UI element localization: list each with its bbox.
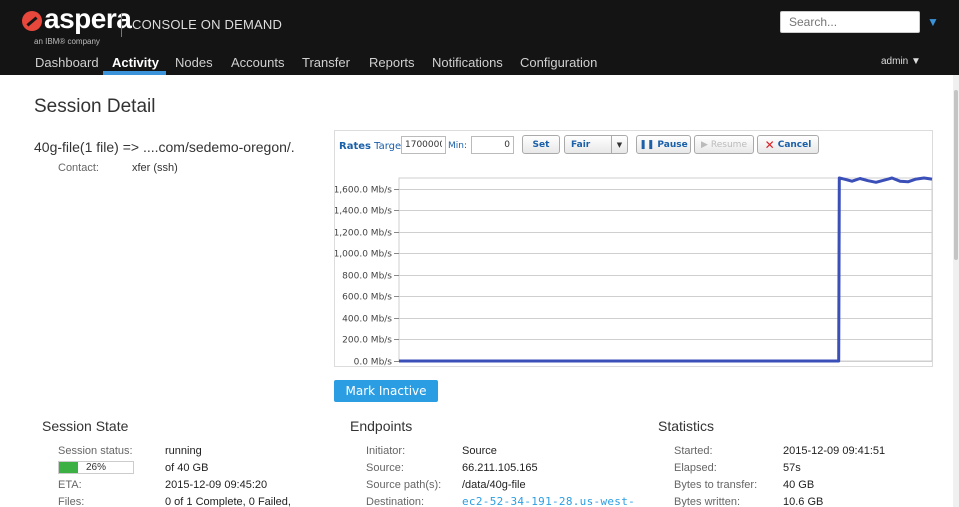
elapsed-value: 57s: [783, 462, 801, 474]
eta-label: ETA:: [58, 479, 82, 491]
rates-title: Rates: [339, 141, 371, 152]
nav-accounts[interactable]: Accounts: [231, 55, 284, 70]
endpoints-title: Endpoints: [350, 418, 413, 434]
pause-button[interactable]: ❚❚ Pause: [636, 135, 691, 154]
elapsed-label: Elapsed:: [674, 462, 717, 474]
set-button[interactable]: Set: [522, 135, 560, 154]
throughput-chart: 0.0 Mb/s 200.0 Mb/s 400.0 Mb/s 600.0 Mb/s 80…: [335, 176, 933, 368]
active-tab-indicator: [103, 71, 166, 75]
pause-icon: ❚❚: [639, 139, 655, 150]
bytes-written-label: Bytes written:: [674, 496, 741, 507]
contact-label: Contact:: [58, 162, 99, 174]
search-dropdown-icon[interactable]: ▼: [927, 15, 939, 29]
y-tick-label: 1,400.0 Mb/s: [335, 207, 392, 217]
initiator-label: Initiator:: [366, 445, 406, 457]
scrollbar-thumb[interactable]: [954, 90, 958, 260]
destination-label: Destination:: [366, 496, 425, 507]
min-label: Min:: [448, 141, 468, 151]
source-value: 66.211.105.165: [462, 462, 538, 474]
source-label: Source:: [366, 462, 404, 474]
source-path-label: Source path(s):: [366, 479, 442, 491]
y-tick-label: 400.0 Mb/s: [342, 315, 392, 325]
bytes-to-transfer-value: 40 GB: [783, 479, 815, 491]
min-rate-input[interactable]: [471, 136, 514, 154]
plot-area: [398, 177, 933, 362]
nav-dashboard[interactable]: Dashboard: [35, 55, 99, 70]
destination-link[interactable]: ec2-52-34-191-28.us-west-: [462, 495, 635, 507]
started-value: 2015-12-09 09:41:51: [783, 445, 886, 457]
transfer-progress-bar: 26%: [58, 461, 134, 474]
bytes-to-transfer-label: Bytes to transfer:: [674, 479, 758, 491]
nav-activity[interactable]: Activity: [112, 55, 159, 70]
nav-nodes[interactable]: Nodes: [175, 55, 213, 70]
y-tick-label: 0.0 Mb/s: [354, 358, 393, 368]
top-header: aspera an IBM® company CONSOLE ON DEMAND…: [0, 0, 959, 75]
nav-reports[interactable]: Reports: [369, 55, 415, 70]
rates-label: Rates Target:: [339, 141, 408, 152]
resume-button[interactable]: ▶ Resume: [694, 135, 754, 154]
session-name: 40g-file(1 file) => ....com/sedemo-orego…: [34, 139, 295, 155]
eta-value: 2015-12-09 09:45:20: [165, 479, 268, 491]
throughput-panel: 0.0 Mb/s 200.0 Mb/s 400.0 Mb/s 600.0 Mb/s 80…: [334, 130, 933, 368]
initiator-value: Source: [462, 445, 497, 457]
user-menu[interactable]: admin ▼: [881, 56, 921, 67]
cancel-button[interactable]: ✕ Cancel: [757, 135, 819, 154]
session-state-title: Session State: [42, 418, 129, 434]
throughput-series-line: [399, 176, 933, 363]
y-tick-label: 200.0 Mb/s: [342, 336, 392, 346]
progress-percent: 26%: [85, 462, 106, 473]
progress-total: of 40 GB: [165, 462, 209, 474]
contact-value: xfer (ssh): [132, 162, 178, 174]
resume-button-label: Resume: [710, 139, 747, 150]
session-status-label: Session status:: [58, 445, 133, 457]
nav-notifications[interactable]: Notifications: [432, 55, 503, 70]
pause-button-label: Pause: [657, 139, 688, 150]
cancel-button-label: Cancel: [777, 139, 812, 150]
files-label: Files:: [58, 496, 85, 507]
app-title: CONSOLE ON DEMAND: [132, 17, 283, 32]
logo-subtitle: an IBM® company: [34, 37, 100, 46]
statistics-title: Statistics: [658, 418, 715, 434]
session-status-value: running: [165, 445, 202, 457]
close-icon: ✕: [764, 137, 775, 152]
y-tick-label: 800.0 Mb/s: [342, 272, 392, 282]
set-button-label: Set: [532, 139, 550, 150]
started-label: Started:: [674, 445, 713, 457]
y-tick-label: 1,000.0 Mb/s: [335, 250, 392, 260]
target-rate-input[interactable]: [401, 136, 446, 154]
page-title: Session Detail: [34, 96, 156, 117]
search-input[interactable]: [780, 11, 920, 33]
nav-configuration[interactable]: Configuration: [520, 55, 597, 70]
policy-select[interactable]: Fair ▼: [564, 135, 628, 154]
logo-divider: [121, 13, 122, 37]
y-tick-label: 600.0 Mb/s: [342, 293, 392, 303]
logo-wordmark[interactable]: aspera: [44, 3, 132, 35]
y-tick-label: 1,200.0 Mb/s: [335, 229, 392, 239]
nav-transfer[interactable]: Transfer: [302, 55, 350, 70]
play-icon: ▶: [700, 139, 708, 150]
policy-value: Fair: [571, 139, 591, 150]
chevron-down-icon: ▼: [611, 136, 627, 153]
y-tick-label: 1,600.0 Mb/s: [335, 186, 392, 196]
files-value: 0 of 1 Complete, 0 Failed,: [165, 496, 291, 507]
rates-toolbar: Rates Target: Min: Set Fair ▼ ❚❚ Pause ▶…: [335, 131, 932, 161]
source-path-value: /data/40g-file: [462, 479, 526, 491]
mark-inactive-button[interactable]: Mark Inactive: [334, 380, 438, 402]
aspera-logo-icon[interactable]: [22, 11, 42, 31]
bytes-written-value: 10.6 GB: [783, 496, 824, 507]
